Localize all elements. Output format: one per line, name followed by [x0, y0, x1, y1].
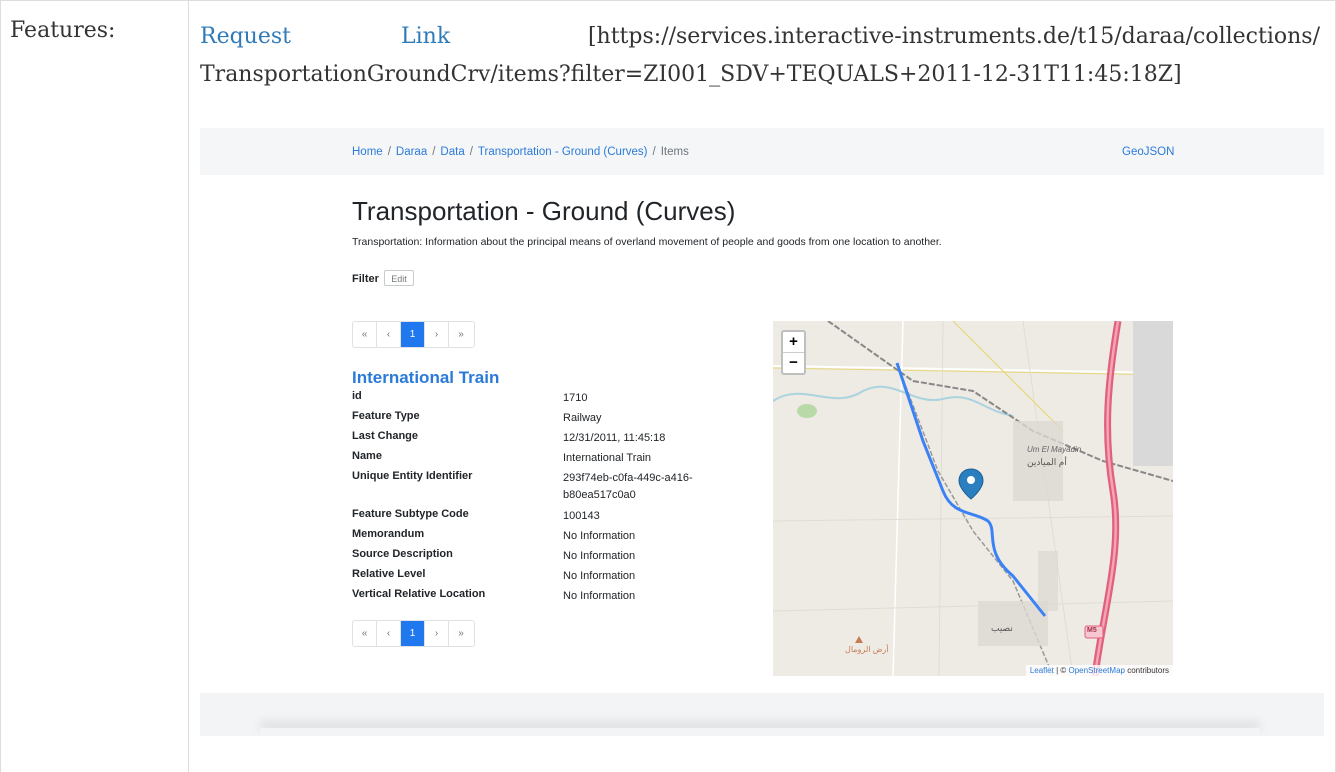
request-link[interactable]: Request Link — [200, 18, 450, 56]
map-tiles — [773, 321, 1173, 676]
pager-prev-button[interactable]: ‹ — [377, 322, 401, 347]
embedded-screenshot: Home / Daraa / Data / Transportation - Ground … — [200, 128, 1324, 736]
place-label: نصيب — [991, 623, 1013, 633]
property-value: No Information — [563, 530, 636, 542]
filter-label: Filter — [352, 273, 379, 285]
feature-title-link[interactable]: International Train — [352, 368, 499, 388]
pagination-top: « ‹ 1 › » — [352, 321, 475, 348]
property-key: Relative Level — [352, 568, 426, 580]
breadcrumb-separator: / — [432, 146, 436, 158]
breadcrumb-home[interactable]: Home — [352, 146, 383, 158]
place-label: أرض الرومال — [845, 645, 889, 654]
breadcrumb-collection[interactable]: Transportation - Ground (Curves) — [478, 146, 648, 158]
attribution-separator: | © — [1053, 666, 1069, 675]
property-value: No Information — [563, 550, 636, 562]
request-word[interactable]: Request — [200, 24, 291, 49]
property-key: Source Description — [352, 548, 453, 560]
property-value: International Train — [563, 452, 652, 464]
pager-page-button[interactable]: 1 — [401, 322, 425, 347]
feature-map[interactable]: Um El Mayadin أم الميادين نصيب أرض الروم… — [773, 321, 1173, 676]
property-key: Name — [352, 450, 382, 462]
column-divider — [188, 0, 189, 772]
zoom-out-button[interactable]: − — [783, 353, 804, 373]
map-attribution: Leaflet | © OpenStreetMap contributors — [1025, 665, 1173, 676]
property-value: 293f74eb-c0fa-449c-a416-b80ea517c0a0 — [563, 472, 693, 501]
pager-last-button[interactable]: » — [449, 621, 473, 646]
property-key: Vertical Relative Location — [352, 588, 486, 600]
breadcrumb-separator: / — [652, 146, 656, 158]
link-word[interactable]: Link — [401, 24, 450, 49]
pager-last-button[interactable]: » — [449, 322, 473, 347]
property-key: Last Change — [352, 430, 419, 442]
property-value: No Information — [563, 590, 636, 602]
property-key: Unique Entity Identifier — [352, 470, 473, 482]
breadcrumb-current: Items — [660, 146, 689, 158]
property-value: 1710 — [563, 392, 588, 404]
map-tile-placeholder — [1133, 321, 1173, 466]
pager-page-button[interactable]: 1 — [401, 621, 425, 646]
property-key: Feature Subtype Code — [352, 508, 469, 520]
breadcrumb-data[interactable]: Data — [440, 146, 464, 158]
property-key: Memorandum — [352, 528, 425, 540]
property-value: 12/31/2011, 11:45:18 — [563, 432, 666, 444]
attribution-suffix: contributors — [1124, 666, 1169, 675]
property-value: 100143 — [563, 510, 600, 522]
road-badge: M5 — [1087, 627, 1097, 634]
navbar: Home / Daraa / Data / Transportation - Ground … — [200, 128, 1324, 175]
geojson-link[interactable]: GeoJSON — [1122, 146, 1174, 158]
breadcrumb-daraa[interactable]: Daraa — [396, 146, 427, 158]
pager-first-button[interactable]: « — [353, 322, 377, 347]
breadcrumb: Home / Daraa / Data / Transportation - Ground … — [352, 146, 689, 158]
leaflet-link[interactable]: Leaflet — [1030, 666, 1054, 675]
breadcrumb-separator: / — [469, 146, 473, 158]
filter-edit-button[interactable]: Edit — [384, 270, 414, 286]
zoom-control: + − — [781, 330, 806, 375]
breadcrumb-separator: / — [387, 146, 391, 158]
page-title: Transportation - Ground (Curves) — [352, 196, 736, 226]
pagination-bottom: « ‹ 1 › » — [352, 620, 475, 647]
property-value: Railway — [563, 412, 602, 424]
property-value: No Information — [563, 570, 636, 582]
pager-first-button[interactable]: « — [353, 621, 377, 646]
openstreetmap-link[interactable]: OpenStreetMap — [1068, 666, 1124, 675]
zoom-in-button[interactable]: + — [783, 332, 804, 353]
place-label: أم الميادين — [1027, 457, 1067, 467]
pager-next-button[interactable]: › — [425, 322, 449, 347]
property-key: Feature Type — [352, 410, 420, 422]
pager-prev-button[interactable]: ‹ — [377, 621, 401, 646]
pager-next-button[interactable]: › — [425, 621, 449, 646]
collection-description: Transportation: Information about the pr… — [352, 236, 942, 248]
railway-line — [827, 321, 1173, 482]
property-key: id — [352, 390, 362, 402]
request-link-text: Request Link [https://services.interactiv… — [200, 18, 1320, 94]
features-label: Features: — [10, 18, 116, 43]
request-url-part1: [https://services.interactive-instrument… — [587, 24, 1320, 49]
location-marker-icon[interactable] — [958, 468, 984, 500]
request-url-part2: TransportationGroundCrv/items?filter=ZI0… — [200, 62, 1182, 87]
place-label: Um El Mayadin — [1027, 445, 1082, 454]
footer-shadow — [260, 728, 1260, 736]
